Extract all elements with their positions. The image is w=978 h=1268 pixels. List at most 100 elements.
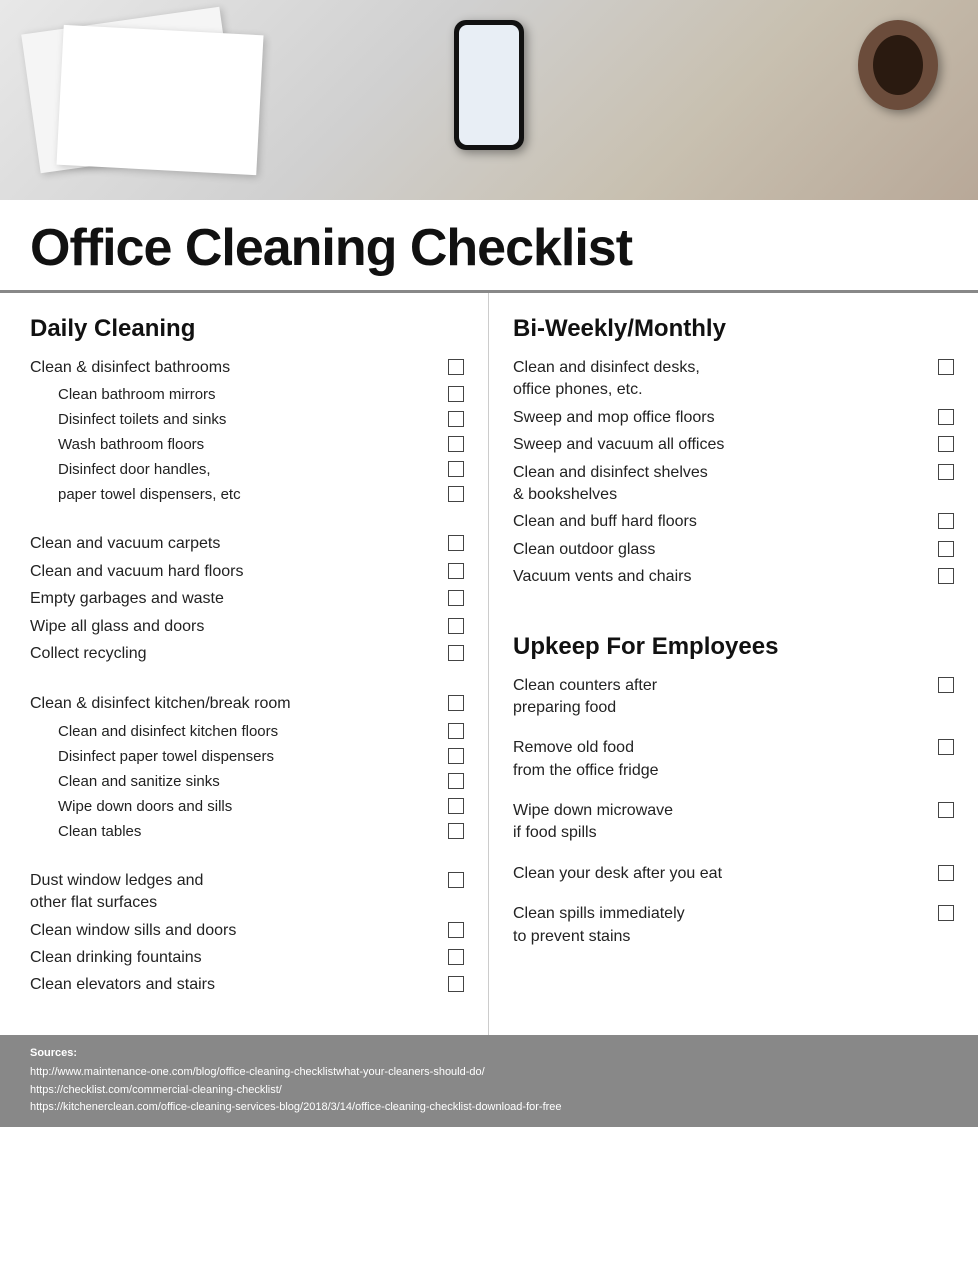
list-item: Wipe all glass and doors <box>30 616 464 638</box>
list-item: Disinfect toilets and sinks <box>58 409 464 430</box>
item-label: Clean outdoor glass <box>513 539 930 561</box>
source-link-2[interactable]: https://checklist.com/commercial-cleanin… <box>30 1082 948 1100</box>
item-label: Dust window ledges andother flat surface… <box>30 870 440 915</box>
checkbox[interactable] <box>448 798 464 814</box>
item-label: Clean spills immediatelyto prevent stain… <box>513 903 930 948</box>
checkbox[interactable] <box>448 535 464 551</box>
checkbox[interactable] <box>448 386 464 402</box>
checkbox[interactable] <box>448 436 464 452</box>
upkeep-item: Clean counters afterpreparing food <box>513 675 954 720</box>
item-label: Disinfect door handles, <box>58 459 440 480</box>
item-label: Clean drinking fountains <box>30 947 440 969</box>
item-label: Sweep and vacuum all offices <box>513 434 930 456</box>
main-content: Daily Cleaning Clean & disinfect bathroo… <box>0 293 978 1035</box>
checkbox[interactable] <box>448 922 464 938</box>
list-item: Vacuum vents and chairs <box>513 566 954 588</box>
header-photo <box>0 0 978 200</box>
bottom-group: Dust window ledges andother flat surface… <box>30 870 464 997</box>
upkeep-item: Clean your desk after you eat <box>513 863 954 885</box>
list-item: Collect recycling <box>30 643 464 665</box>
item-label: Wipe all glass and doors <box>30 616 440 638</box>
checkbox[interactable] <box>938 677 954 693</box>
checkbox[interactable] <box>448 590 464 606</box>
checkbox[interactable] <box>448 773 464 789</box>
biweekly-group: Clean and disinfect desks,office phones,… <box>513 357 954 589</box>
bathrooms-group: Clean & disinfect bathrooms Clean bathro… <box>30 357 464 505</box>
sources-label: Sources: <box>30 1045 948 1063</box>
item-label: Clean elevators and stairs <box>30 974 440 996</box>
upkeep-item: Remove old foodfrom the office fridge <box>513 737 954 782</box>
item-label: Clean & disinfect bathrooms <box>30 357 440 379</box>
list-item: Clean and vacuum hard floors <box>30 561 464 583</box>
list-item: Sweep and vacuum all offices <box>513 434 954 456</box>
item-label: Disinfect paper towel dispensers <box>58 746 440 767</box>
list-item: Wash bathroom floors <box>58 434 464 455</box>
footer: Sources: http://www.maintenance-one.com/… <box>0 1035 978 1127</box>
checkbox[interactable] <box>938 436 954 452</box>
upkeep-title: Upkeep For Employees <box>513 633 954 661</box>
item-label: Vacuum vents and chairs <box>513 566 930 588</box>
checkbox[interactable] <box>448 618 464 634</box>
checkbox[interactable] <box>448 461 464 477</box>
checkbox[interactable] <box>448 723 464 739</box>
item-label: Wash bathroom floors <box>58 434 440 455</box>
item-label: paper towel dispensers, etc <box>58 484 440 505</box>
upkeep-group: Clean counters afterpreparing food Remov… <box>513 675 954 949</box>
checkbox[interactable] <box>938 905 954 921</box>
source-link-3[interactable]: https://kitchenerclean.com/office-cleani… <box>30 1099 948 1117</box>
biweekly-title: Bi-Weekly/Monthly <box>513 315 954 343</box>
left-column: Daily Cleaning Clean & disinfect bathroo… <box>0 293 489 1035</box>
item-label: Clean your desk after you eat <box>513 863 930 885</box>
title-bar: Office Cleaning Checklist <box>0 200 978 293</box>
item-label: Wipe down microwaveif food spills <box>513 800 930 845</box>
checkbox[interactable] <box>938 568 954 584</box>
checkbox[interactable] <box>448 872 464 888</box>
checkbox[interactable] <box>938 513 954 529</box>
item-label: Collect recycling <box>30 643 440 665</box>
checkbox[interactable] <box>448 563 464 579</box>
checkbox[interactable] <box>448 486 464 502</box>
checkbox[interactable] <box>938 409 954 425</box>
list-item: Clean tables <box>58 821 464 842</box>
phone-decoration <box>454 20 524 150</box>
item-label: Clean and vacuum carpets <box>30 533 440 555</box>
checkbox[interactable] <box>448 359 464 375</box>
checkbox[interactable] <box>938 865 954 881</box>
checkbox[interactable] <box>938 541 954 557</box>
item-label: Clean counters afterpreparing food <box>513 675 930 720</box>
item-label: Clean & disinfect kitchen/break room <box>30 693 440 715</box>
item-label: Clean bathroom mirrors <box>58 384 440 405</box>
item-label: Clean and disinfect desks,office phones,… <box>513 357 930 402</box>
checkbox[interactable] <box>938 739 954 755</box>
item-label: Clean window sills and doors <box>30 920 440 942</box>
list-item: Clean and vacuum carpets <box>30 533 464 555</box>
checkbox[interactable] <box>448 645 464 661</box>
item-label: Clean and disinfect shelves& bookshelves <box>513 462 930 507</box>
checkbox[interactable] <box>448 411 464 427</box>
list-item: Clean and buff hard floors <box>513 511 954 533</box>
checkbox[interactable] <box>448 949 464 965</box>
list-item: Dust window ledges andother flat surface… <box>30 870 464 915</box>
upkeep-item: Wipe down microwaveif food spills <box>513 800 954 845</box>
checkbox[interactable] <box>448 976 464 992</box>
list-item: Clean and disinfect kitchen floors <box>58 721 464 742</box>
source-link-1[interactable]: http://www.maintenance-one.com/blog/offi… <box>30 1064 948 1082</box>
checkbox[interactable] <box>938 359 954 375</box>
checkbox[interactable] <box>938 464 954 480</box>
item-label: Disinfect toilets and sinks <box>58 409 440 430</box>
item-label: Clean and sanitize sinks <box>58 771 440 792</box>
list-item: paper towel dispensers, etc <box>58 484 464 505</box>
checkbox[interactable] <box>938 802 954 818</box>
list-item: Empty garbages and waste <box>30 588 464 610</box>
kitchen-group: Clean & disinfect kitchen/break room Cle… <box>30 693 464 841</box>
list-item: Clean & disinfect kitchen/break room <box>30 693 464 715</box>
item-label: Remove old foodfrom the office fridge <box>513 737 930 782</box>
standalone-group: Clean and vacuum carpets Clean and vacuu… <box>30 533 464 665</box>
checkbox[interactable] <box>448 823 464 839</box>
checkbox[interactable] <box>448 748 464 764</box>
item-label: Clean tables <box>58 821 440 842</box>
checkbox[interactable] <box>448 695 464 711</box>
item-label: Wipe down doors and sills <box>58 796 440 817</box>
list-item: Clean and sanitize sinks <box>58 771 464 792</box>
list-item: Clean & disinfect bathrooms <box>30 357 464 379</box>
